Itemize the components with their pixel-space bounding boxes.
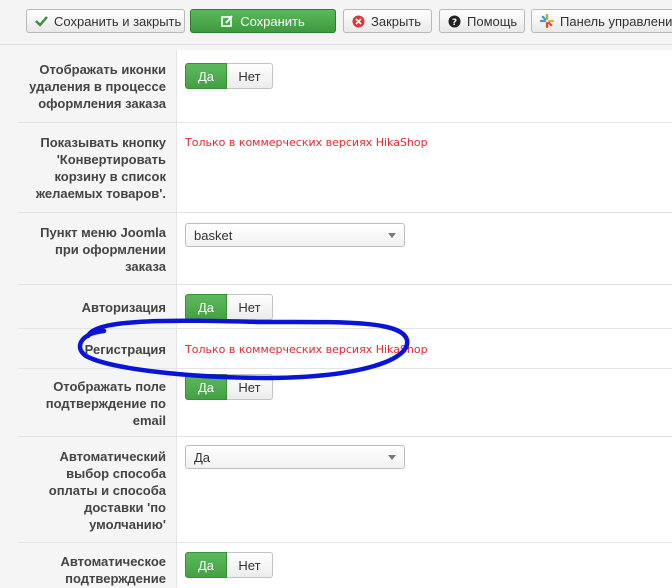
save-label: Сохранить — [240, 13, 305, 29]
edit-icon — [221, 14, 234, 28]
row-joomla-menu-item: Пункт меню Joomla при оформлении заказа … — [18, 212, 672, 285]
commercial-only-note: Только в коммерческих версиях HikaShop — [185, 136, 428, 149]
setting-label: Авторизация — [18, 285, 176, 329]
setting-label: Пункт меню Joomla при оформлении заказа — [18, 213, 176, 285]
help-button[interactable]: ? Помощь — [439, 9, 525, 33]
row-convert-cart-wishlist: Показывать кнопку 'Конвертировать корзин… — [18, 122, 672, 213]
close-label: Закрыть — [371, 13, 422, 29]
menu-item-select[interactable]: basket — [185, 223, 405, 247]
setting-control: Только в коммерческих версиях HikaShop — [176, 329, 672, 369]
help-label: Помощь — [467, 13, 518, 29]
setting-control: Только в коммерческих версиях HikaShop — [176, 123, 672, 213]
joomla-icon — [540, 14, 554, 28]
setting-control: basket — [176, 213, 672, 285]
row-auto-payment-shipping: Автоматический выбор способа оплаты и сп… — [18, 436, 672, 543]
no-option[interactable]: Нет — [227, 294, 273, 320]
row-registration: Регистрация Только в коммерческих версия… — [18, 328, 672, 369]
chevron-down-icon — [388, 454, 396, 460]
row-delete-icons: Отображать иконки удаления в процессе оф… — [18, 50, 672, 122]
chevron-down-icon — [388, 232, 396, 238]
save-and-close-label: Сохранить и закрыть — [54, 13, 182, 29]
auto-select-dropdown[interactable]: Да — [185, 445, 405, 469]
yes-option[interactable]: Да — [185, 552, 227, 578]
setting-control: Да Нет — [176, 285, 672, 329]
setting-label: Отображать поле подтверждение по email — [18, 369, 176, 437]
setting-control: Да Нет — [176, 50, 672, 122]
select-value: Да — [194, 449, 211, 465]
control-panel-label: Панель управления — [560, 13, 672, 29]
setting-label: Отображать иконки удаления в процессе оф… — [18, 50, 176, 122]
close-button[interactable]: Закрыть — [343, 9, 432, 33]
setting-control: Да Нет — [176, 369, 672, 437]
delete-icons-toggle[interactable]: Да Нет — [185, 63, 273, 89]
no-option[interactable]: Нет — [227, 552, 273, 578]
setting-control: Да Нет — [176, 543, 672, 588]
yes-option[interactable]: Да — [185, 63, 227, 89]
setting-label: Регистрация — [18, 329, 176, 369]
yes-option[interactable]: Да — [185, 294, 227, 320]
email-confirmation-toggle[interactable]: Да Нет — [185, 374, 273, 400]
auto-confirmation-toggle[interactable]: Да Нет — [185, 552, 273, 578]
help-icon: ? — [448, 15, 461, 28]
select-value: basket — [194, 227, 233, 243]
close-circle-icon — [352, 15, 365, 28]
login-toggle[interactable]: Да Нет — [185, 294, 273, 320]
row-auto-confirmation: Автоматическое подтверждение Да Нет — [18, 542, 672, 588]
svg-text:?: ? — [452, 18, 457, 28]
no-option[interactable]: Нет — [227, 63, 273, 89]
row-login: Авторизация Да Нет — [18, 284, 672, 329]
control-panel-button[interactable]: Панель управления — [531, 9, 672, 33]
row-email-confirmation: Отображать поле подтверждение по email Д… — [18, 368, 672, 437]
commercial-only-note: Только в коммерческих версиях HikaShop — [185, 343, 428, 356]
save-button[interactable]: Сохранить — [190, 9, 336, 33]
save-and-close-button[interactable]: Сохранить и закрыть — [26, 9, 185, 33]
no-option[interactable]: Нет — [227, 374, 273, 400]
yes-option[interactable]: Да — [185, 374, 227, 400]
setting-label: Автоматическое подтверждение — [18, 543, 176, 588]
setting-label: Автоматический выбор способа оплаты и сп… — [18, 437, 176, 543]
setting-label: Показывать кнопку 'Конвертировать корзин… — [18, 123, 176, 213]
setting-control: Да — [176, 437, 672, 543]
toolbar: Сохранить и закрыть Сохранить Закрыть ? … — [0, 0, 672, 45]
check-icon — [35, 15, 48, 27]
